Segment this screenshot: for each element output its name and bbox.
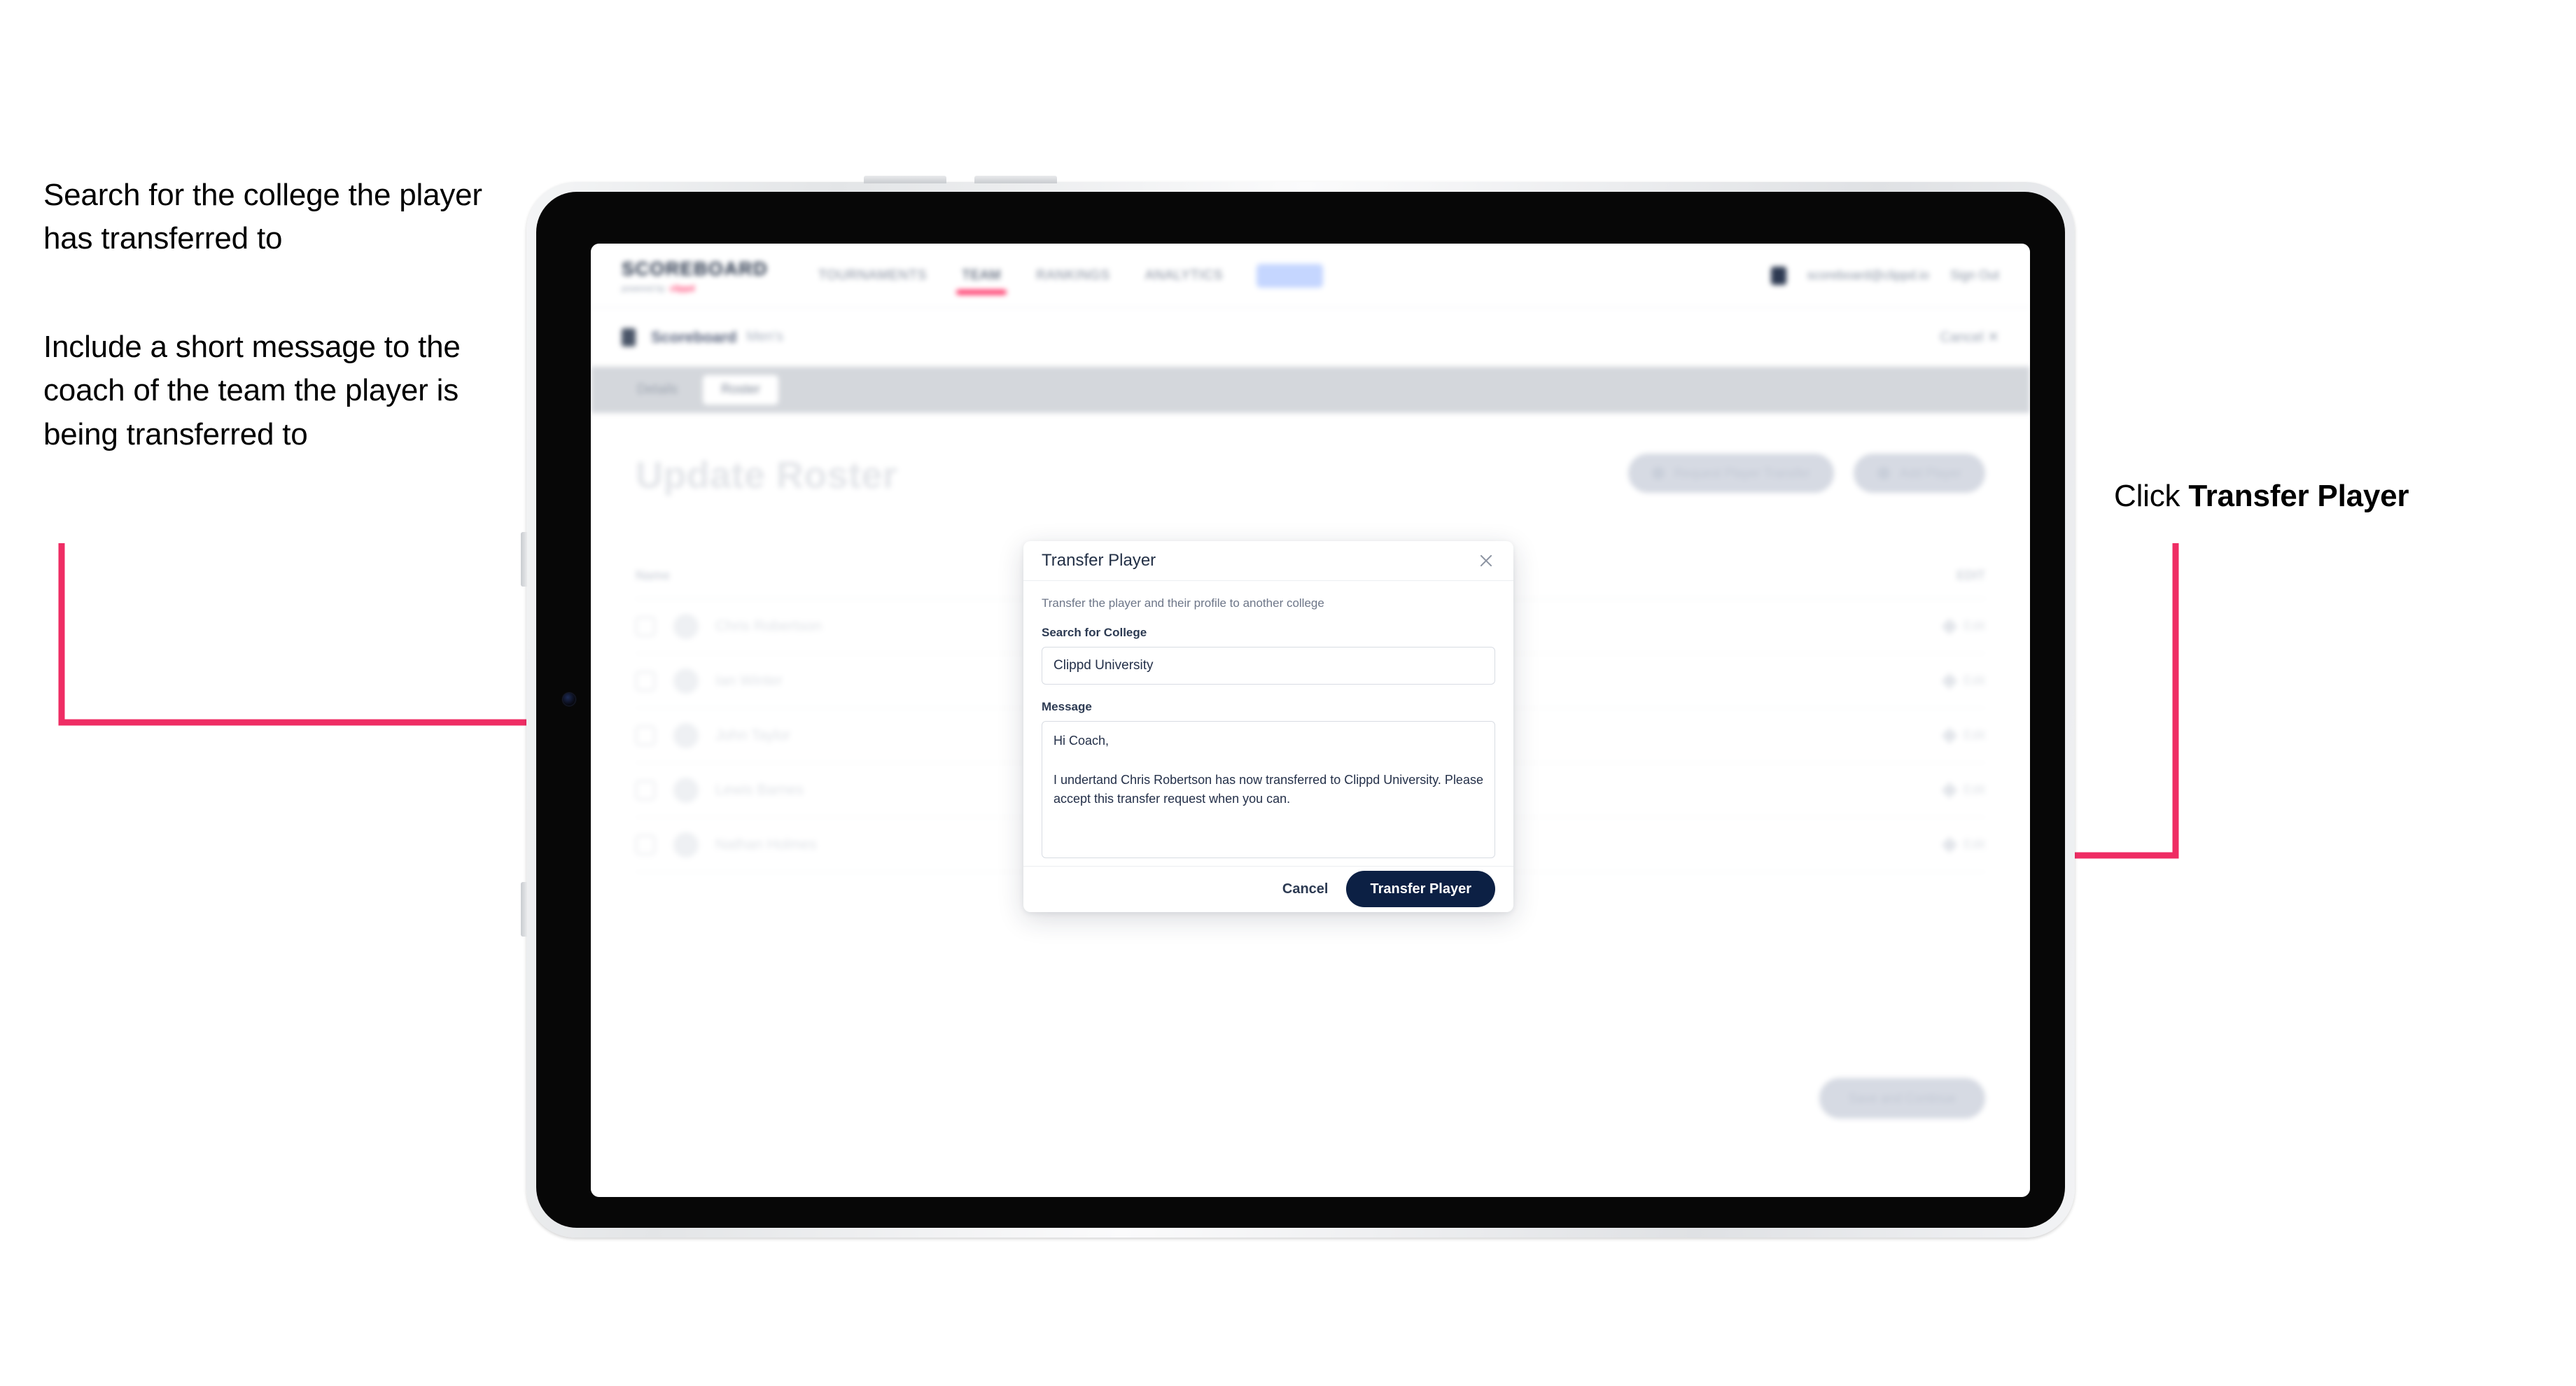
annotation-click-prefix: Click (2114, 479, 2189, 513)
tab-roster[interactable]: Roster (703, 375, 779, 405)
pencil-icon (1941, 836, 1958, 853)
add-player-button[interactable]: Add Player (1853, 454, 1985, 493)
nav-links: TOURNAMENTS TEAM RANKINGS ANALYTICS ADMI… (817, 246, 1323, 306)
modal-body: Transfer the player and their profile to… (1023, 581, 1513, 866)
nav-item-tournaments[interactable]: TOURNAMENTS (817, 246, 928, 306)
request-player-transfer-button[interactable]: Request Player Transfer (1628, 454, 1834, 493)
front-camera-icon (563, 693, 575, 706)
pencil-icon (1941, 618, 1958, 634)
transfer-icon (1651, 467, 1665, 479)
annotation-click-bold: Transfer Player (2188, 479, 2409, 513)
row-checkbox[interactable] (636, 834, 655, 855)
player-name: Nathan Holmes (715, 836, 817, 853)
sign-out-link[interactable]: Sign Out (1950, 268, 1999, 283)
breadcrumb-cancel-button[interactable]: Cancel ✕ (1940, 328, 1999, 346)
annotation-include-message: Include a short message to the coach of … (43, 330, 461, 451)
logo-sub-prefix: powered by (622, 283, 666, 293)
modal-description: Transfer the player and their profile to… (1042, 596, 1324, 610)
screenshot-canvas: Search for the college the player has tr… (0, 0, 2576, 1386)
row-edit-label: Edit (1963, 619, 1985, 633)
message-field-label: Message (1042, 699, 1092, 713)
avatar-icon[interactable] (1770, 266, 1786, 285)
nav-item-rankings[interactable]: RANKINGS (1035, 246, 1112, 306)
row-edit-button[interactable]: Edit (1941, 727, 1985, 743)
player-name: Ian Winter (715, 672, 783, 689)
row-checkbox[interactable] (636, 616, 655, 636)
tablet-device: SCOREBOARD powered by clippd TOURNAMENTS… (521, 176, 2075, 1238)
logo-sub-brand: clippd (670, 283, 695, 293)
row-edit-button[interactable]: Edit (1941, 618, 1985, 634)
player-avatar (673, 722, 699, 748)
row-edit-label: Edit (1963, 728, 1985, 742)
tab-details[interactable]: Details (619, 375, 696, 405)
row-checkbox[interactable] (636, 725, 655, 746)
player-avatar (673, 777, 699, 803)
transfer-player-button[interactable]: Transfer Player (1346, 871, 1495, 908)
side-button-bottom[interactable] (521, 882, 527, 937)
app-tabs: Details Roster (591, 367, 2030, 413)
volume-down-button[interactable] (974, 176, 1057, 183)
side-button-top[interactable] (521, 532, 527, 587)
row-edit-label: Edit (1963, 673, 1985, 687)
breadcrumb: Scoreboard Men's Cancel ✕ (591, 308, 2030, 367)
device-screen: SCOREBOARD powered by clippd TOURNAMENTS… (591, 244, 2030, 1197)
row-edit-button[interactable]: Edit (1941, 836, 1985, 853)
pencil-icon (1941, 727, 1958, 743)
breadcrumb-sub: Men's (746, 329, 783, 344)
close-icon[interactable] (1477, 552, 1495, 570)
device-bezel: SCOREBOARD powered by clippd TOURNAMENTS… (536, 192, 2065, 1228)
pencil-icon (1941, 782, 1958, 798)
row-edit-button[interactable]: Edit (1941, 782, 1985, 798)
request-player-transfer-label: Request Player Transfer (1674, 465, 1810, 480)
modal-title: Transfer Player (1042, 550, 1156, 570)
player-name: Lewis Barnes (715, 781, 804, 798)
message-textarea[interactable] (1042, 720, 1495, 858)
pencil-icon (1941, 673, 1958, 689)
breadcrumb-main[interactable]: Scoreboard (651, 328, 736, 346)
logo-title: SCOREBOARD (622, 258, 769, 279)
row-edit-label: Edit (1963, 837, 1985, 851)
cancel-button[interactable]: Cancel (1282, 881, 1329, 897)
annotation-search-college: Search for the college the player has tr… (43, 178, 482, 256)
page-actions: Request Player Transfer Add Player (1628, 454, 1985, 493)
row-edit-label: Edit (1963, 783, 1985, 797)
player-avatar (673, 832, 699, 858)
logo-subtitle: powered by clippd (622, 284, 768, 293)
nav-item-analytics[interactable]: ANALYTICS (1144, 246, 1224, 306)
annotation-click-transfer: Click Transfer Player (2114, 475, 2548, 518)
app-navbar: SCOREBOARD powered by clippd TOURNAMENTS… (591, 244, 2030, 308)
player-avatar (673, 668, 699, 694)
college-field-label: Search for College (1042, 625, 1147, 639)
row-checkbox[interactable] (636, 671, 655, 691)
player-name: Chris Robertson (715, 617, 822, 634)
nav-right-group: scoreboard@clippd.io Sign Out (1770, 266, 1999, 285)
search-college-input[interactable] (1042, 646, 1495, 685)
modal-header: Transfer Player (1023, 541, 1513, 581)
row-checkbox[interactable] (636, 780, 655, 800)
nav-item-admin[interactable]: ADMIN (1256, 263, 1323, 288)
modal-footer: Cancel Transfer Player (1023, 865, 1513, 912)
volume-up-button[interactable] (864, 176, 946, 183)
breadcrumb-icon (622, 328, 636, 346)
account-email: scoreboard@clippd.io (1807, 268, 1929, 282)
plus-icon (1877, 467, 1890, 479)
player-name: John Taylor (715, 727, 791, 743)
app-logo[interactable]: SCOREBOARD powered by clippd (622, 258, 768, 293)
player-avatar (673, 613, 699, 639)
nav-item-team[interactable]: TEAM (956, 246, 1007, 306)
transfer-player-modal: Transfer Player Transfer the player and … (1023, 541, 1513, 912)
row-edit-button[interactable]: Edit (1941, 673, 1985, 689)
save-and-continue-button[interactable]: Save and Continue (1819, 1078, 1985, 1119)
column-edit: EDIT (1956, 568, 1985, 582)
add-player-label: Add Player (1899, 465, 1961, 480)
